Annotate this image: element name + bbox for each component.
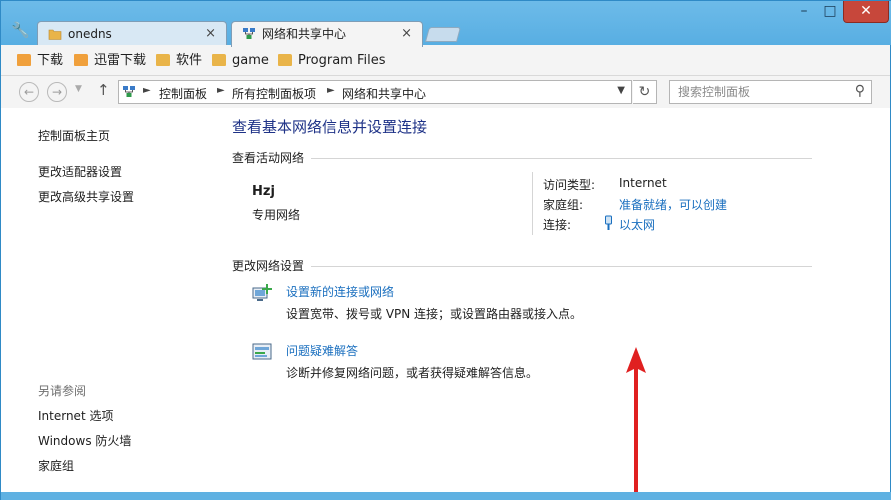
tab-strip: 🔧 onedns × 网络和共享中心 × – □ ✕ bbox=[1, 1, 891, 47]
sidebar-homegroup[interactable]: 家庭组 bbox=[38, 457, 74, 474]
annotation-arrow bbox=[626, 347, 646, 500]
tab-network-center[interactable]: 网络和共享中心 × bbox=[231, 21, 423, 47]
active-networks-label: 查看活动网络 bbox=[232, 151, 305, 165]
setup-new-connection-link[interactable]: 设置新的连接或网络 bbox=[286, 283, 394, 300]
chevron-down-icon[interactable]: ▼ bbox=[617, 85, 625, 96]
homegroup-link[interactable]: 准备就绪，可以创建 bbox=[619, 196, 727, 213]
page-title: 查看基本网络信息并设置连接 bbox=[232, 118, 428, 136]
chevron-right-icon[interactable]: ► bbox=[327, 85, 335, 96]
network-name: Hzj bbox=[252, 184, 275, 199]
minimize-button[interactable]: – bbox=[791, 1, 817, 23]
troubleshoot-icon bbox=[252, 343, 272, 360]
wrench-icon[interactable]: 🔧 bbox=[11, 21, 30, 39]
ethernet-icon[interactable] bbox=[604, 215, 613, 231]
sidebar-adapter-settings[interactable]: 更改适配器设置 bbox=[38, 163, 122, 180]
search-box: ⚲ bbox=[669, 80, 872, 104]
breadcrumb-all-items[interactable]: 所有控制面板项 bbox=[232, 85, 316, 102]
section-divider bbox=[311, 158, 812, 159]
network-center-icon bbox=[123, 86, 135, 97]
access-type-label: 访问类型: bbox=[543, 178, 596, 192]
bookmark-downloads[interactable]: 下载 bbox=[17, 52, 67, 70]
address-bar[interactable]: ► 控制面板 ► 所有控制面板项 ► 网络和共享中心 ▼ bbox=[118, 80, 632, 104]
refresh-button[interactable]: ↻ bbox=[633, 80, 657, 104]
network-center-icon bbox=[243, 28, 255, 39]
sidebar-internet-options[interactable]: Internet 选项 bbox=[38, 407, 113, 424]
folder-icon bbox=[278, 54, 292, 66]
access-type-value: Internet bbox=[619, 176, 667, 190]
chevron-right-icon[interactable]: ► bbox=[217, 85, 225, 96]
folder-icon bbox=[48, 29, 62, 40]
download-folder-icon bbox=[17, 54, 31, 66]
new-connection-icon bbox=[252, 284, 272, 301]
homegroup-label: 家庭组: bbox=[543, 198, 584, 212]
section-divider bbox=[311, 266, 812, 267]
content-area: 控制面板主页 更改适配器设置 更改高级共享设置 另请参阅 Internet 选项… bbox=[1, 108, 890, 500]
folder-icon bbox=[156, 54, 170, 66]
sidebar-control-panel-home[interactable]: 控制面板主页 bbox=[38, 127, 110, 144]
tab-onedns[interactable]: onedns × bbox=[37, 21, 227, 47]
vertical-divider bbox=[532, 172, 533, 235]
troubleshoot-link[interactable]: 问题疑难解答 bbox=[286, 342, 358, 359]
see-also-heading: 另请参阅 bbox=[38, 384, 87, 398]
navigation-bar: ← → ▼ ↑ ► 控制面板 ► 所有控制面板项 ► 网络和共享中心 ▼ ↻ ⚲ bbox=[1, 76, 890, 108]
bookmarks-bar: 下载 迅雷下载 软件 game Program Files bbox=[1, 45, 890, 76]
setup-new-connection-description: 设置宽带、拨号或 VPN 连接；或设置路由器或接入点。 bbox=[286, 307, 583, 321]
download-folder-icon bbox=[74, 54, 88, 66]
connections-label: 连接: bbox=[543, 218, 572, 232]
sidebar-windows-firewall[interactable]: Windows 防火墙 bbox=[38, 432, 131, 449]
bookmark-program-files[interactable]: Program Files bbox=[278, 52, 388, 70]
tab-label: onedns bbox=[68, 27, 112, 41]
breadcrumb-network-center[interactable]: 网络和共享中心 bbox=[342, 85, 426, 102]
change-settings-label: 更改网络设置 bbox=[232, 259, 305, 273]
browser-window: 🔧 onedns × 网络和共享中心 × – □ ✕ 下载 迅雷下载 软件 ga… bbox=[0, 0, 891, 500]
close-icon[interactable]: × bbox=[401, 22, 412, 46]
back-arrow-icon[interactable]: ← bbox=[19, 82, 39, 102]
network-type: 专用网络 bbox=[252, 208, 301, 222]
window-frame-bottom bbox=[1, 492, 891, 500]
bookmark-game[interactable]: game bbox=[212, 52, 272, 70]
close-button[interactable]: ✕ bbox=[843, 1, 889, 23]
search-icon[interactable]: ⚲ bbox=[855, 83, 865, 99]
folder-icon bbox=[212, 54, 226, 66]
maximize-button[interactable]: □ bbox=[817, 1, 843, 23]
bookmark-xunlei[interactable]: 迅雷下载 bbox=[74, 52, 154, 70]
ethernet-connection-link[interactable]: 以太网 bbox=[619, 216, 655, 233]
close-icon[interactable]: × bbox=[205, 22, 216, 46]
search-input[interactable] bbox=[678, 84, 848, 100]
chevron-right-icon: ► bbox=[143, 85, 151, 96]
history-dropdown-icon[interactable]: ▼ bbox=[75, 84, 82, 94]
up-arrow-icon[interactable]: ↑ bbox=[97, 81, 110, 99]
tab-label: 网络和共享中心 bbox=[262, 27, 347, 41]
forward-arrow-icon[interactable]: → bbox=[47, 82, 67, 102]
sidebar-advanced-sharing[interactable]: 更改高级共享设置 bbox=[38, 188, 134, 205]
breadcrumb-control-panel[interactable]: 控制面板 bbox=[159, 85, 207, 102]
new-tab-button[interactable] bbox=[424, 27, 462, 42]
bookmark-software[interactable]: 软件 bbox=[156, 52, 206, 70]
troubleshoot-description: 诊断并修复网络问题，或者获得疑难解答信息。 bbox=[286, 366, 539, 380]
